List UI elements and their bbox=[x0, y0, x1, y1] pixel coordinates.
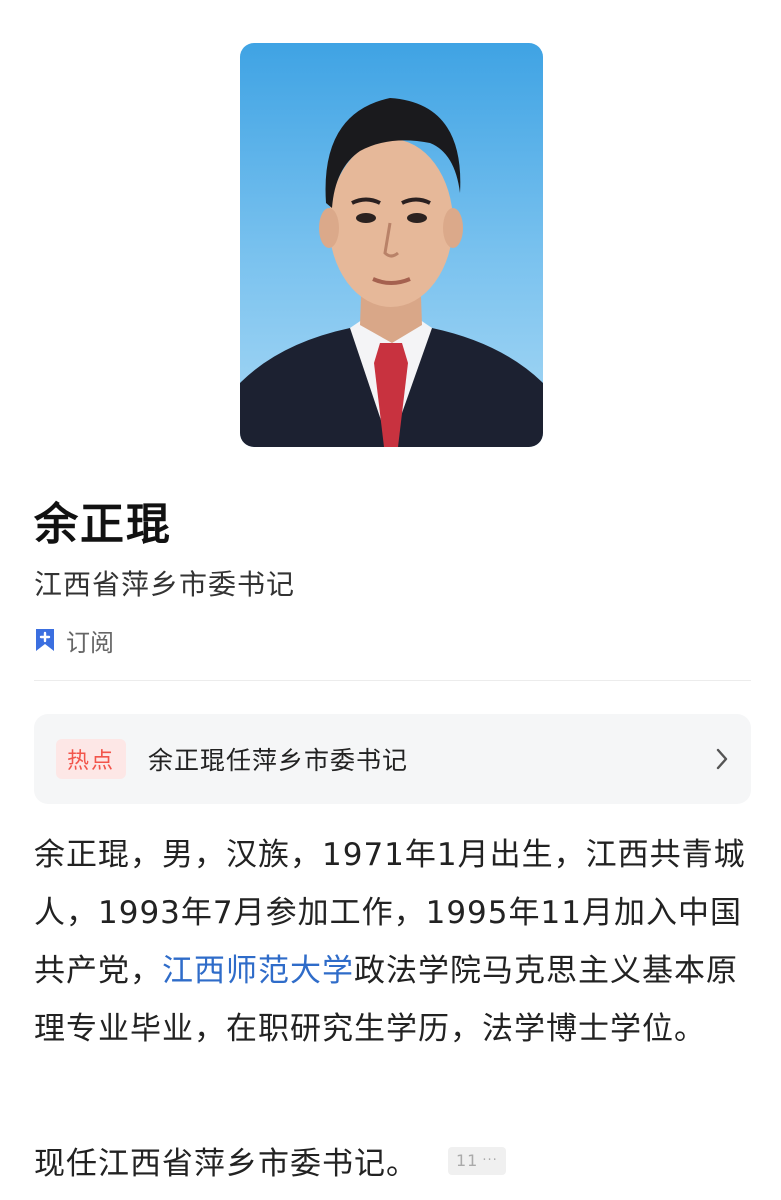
university-link[interactable]: 江西师范大学 bbox=[162, 953, 354, 989]
biography-paragraph: 余正琨，男，汉族，1971年1月出生，江西共青城人，1993年7月参加工作，19… bbox=[34, 826, 754, 1058]
current-position: 现任江西省萍乡市委书记。 11 ··· bbox=[34, 1138, 506, 1183]
bookmark-plus-icon bbox=[36, 629, 54, 651]
hot-news-card[interactable]: 热点 余正琨任萍乡市委书记 bbox=[34, 714, 751, 804]
reference-more: ··· bbox=[482, 1153, 498, 1168]
divider bbox=[34, 680, 751, 681]
profile-photo bbox=[240, 43, 543, 447]
current-position-text: 现任江西省萍乡市委书记。 bbox=[34, 1146, 418, 1182]
profile-name: 余正琨 bbox=[34, 499, 172, 550]
hot-badge: 热点 bbox=[56, 739, 126, 779]
reference-number: 11 bbox=[456, 1151, 479, 1170]
profile-title: 江西省萍乡市委书记 bbox=[34, 568, 296, 601]
hot-headline: 余正琨任萍乡市委书记 bbox=[148, 746, 409, 775]
reference-chip[interactable]: 11 ··· bbox=[448, 1146, 506, 1175]
portrait-illustration bbox=[240, 98, 543, 447]
subscribe-button[interactable]: 订阅 bbox=[34, 622, 114, 658]
subscribe-label: 订阅 bbox=[66, 628, 114, 657]
chevron-right-icon bbox=[716, 748, 728, 770]
